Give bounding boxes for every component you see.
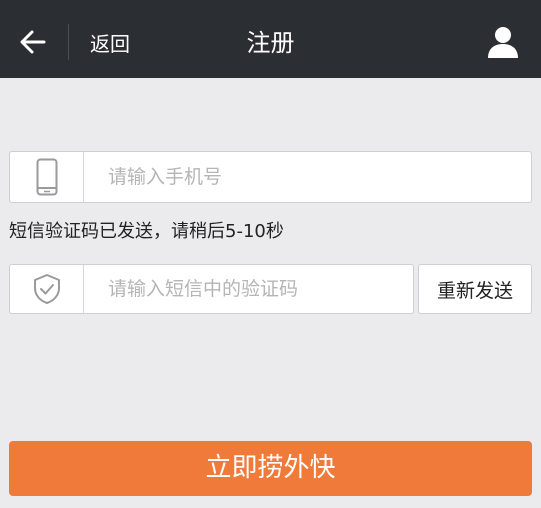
shield-icon-cell <box>10 265 84 313</box>
verification-code-input[interactable] <box>108 265 408 313</box>
phone-input[interactable] <box>108 152 508 202</box>
sms-sent-notice: 短信验证码已发送，请稍后5-10秒 <box>9 221 284 242</box>
submit-button[interactable]: 立即捞外快 <box>9 441 532 496</box>
shield-check-icon <box>33 274 60 304</box>
page-title: 注册 <box>246 29 295 57</box>
phone-icon <box>36 158 57 196</box>
top-nav-bar: 返回 注册 <box>0 0 541 78</box>
user-icon[interactable] <box>485 24 521 60</box>
resend-button[interactable]: 重新发送 <box>418 264 532 314</box>
phone-icon-cell <box>10 152 84 202</box>
phone-field <box>9 151 532 203</box>
code-field <box>9 264 414 314</box>
